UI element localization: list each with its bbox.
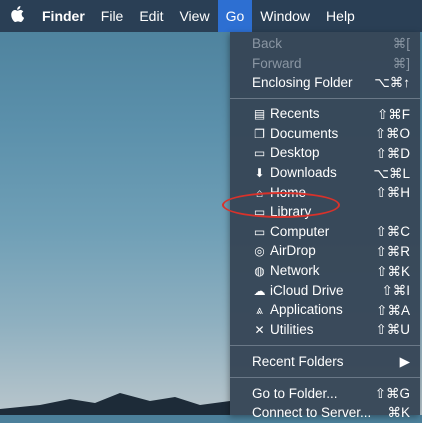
recents-icon: ▤	[253, 107, 266, 122]
menu-item-shortcut: ⇧⌘U	[375, 322, 410, 338]
menubar-go[interactable]: Go	[217, 0, 253, 32]
menu-item-shortcut: ⌥⌘L	[373, 165, 410, 181]
menu-item-recent-folders[interactable]: Recent Folders ▶	[230, 352, 420, 372]
menu-item-shortcut: ⌘[	[392, 36, 410, 51]
menubar-edit[interactable]: Edit	[131, 0, 171, 32]
menu-item-label: Utilities	[270, 321, 314, 337]
menu-item-connect-to-server[interactable]: Connect to Server... ⌘K	[230, 403, 420, 423]
menu-item-utilities[interactable]: ✕ Utilities ⇧⌘U	[230, 320, 420, 340]
menu-separator	[230, 344, 420, 346]
menu-item-label: Back	[252, 36, 283, 51]
menu-item-shortcut: ⌘K	[387, 405, 410, 421]
menu-item-computer[interactable]: ▭ Computer ⇧⌘C	[230, 222, 420, 242]
utilities-icon: ✕	[254, 322, 265, 337]
documents-icon: ❐	[254, 126, 265, 141]
icloud-icon: ☁	[253, 283, 266, 298]
menu-item-label: Desktop	[270, 145, 320, 161]
menu-item-label: Computer	[270, 223, 330, 239]
menu-item-recents[interactable]: ▤ Recents ⇧⌘F	[230, 105, 420, 125]
menu-item-shortcut: ⇧⌘D	[375, 145, 410, 161]
airdrop-icon: ◎	[254, 244, 265, 259]
menu-item-shortcut: ⌘]	[392, 55, 410, 71]
menu-item-airdrop[interactable]: ◎ AirDrop ⇧⌘R	[230, 242, 420, 262]
menu-item-label: Documents	[270, 125, 339, 141]
menu-item-shortcut: ⇧⌘C	[375, 224, 410, 240]
menu-item-label: Enclosing Folder	[252, 75, 353, 91]
menu-item-shortcut: ⇧⌘I	[381, 283, 410, 299]
menu-item-label: iCloud Drive	[270, 282, 344, 298]
downloads-icon: ⬇	[254, 166, 265, 181]
menu-item-shortcut: ⇧⌘G	[374, 385, 410, 401]
menu-item-applications[interactable]: ⩓ Applications ⇧⌘A	[230, 301, 420, 321]
menu-item-label: Downloads	[270, 165, 337, 181]
menu-item-shortcut: ⇧⌘K	[376, 263, 410, 279]
menubar-finder[interactable]: Finder	[34, 0, 93, 32]
menu-item-shortcut: ⇧⌘H	[375, 185, 410, 201]
menu-item-label: Recents	[270, 106, 320, 122]
menu-bar: Finder File Edit View Go Window Help	[0, 0, 422, 32]
menu-item-documents[interactable]: ❐ Documents ⇧⌘O	[230, 124, 420, 144]
menu-item-shortcut: ⌥⌘↑	[374, 75, 410, 91]
menu-item-label: Go to Folder...	[252, 385, 338, 401]
menu-item-label: AirDrop	[270, 243, 316, 259]
desktop-icon: ▭	[253, 146, 266, 161]
apple-icon[interactable]	[0, 6, 34, 26]
network-icon: ◍	[254, 264, 265, 279]
menu-item-label: Forward	[252, 55, 302, 71]
menu-item-shortcut: ⇧⌘F	[376, 106, 410, 122]
menubar-file[interactable]: File	[93, 0, 132, 32]
menu-item-enclosing-folder[interactable]: Enclosing Folder ⌥⌘↑	[230, 73, 420, 93]
computer-icon: ▭	[253, 224, 266, 239]
applications-icon: ⩓	[256, 303, 263, 318]
menu-item-back[interactable]: Back ⌘[	[230, 34, 420, 54]
submenu-arrow-icon: ▶	[399, 353, 410, 369]
menu-item-label: Recent Folders	[252, 353, 344, 369]
menubar-view[interactable]: View	[171, 0, 217, 32]
menu-item-label: Network	[270, 263, 320, 279]
menu-item-shortcut: ⇧⌘R	[375, 243, 410, 259]
menu-item-desktop[interactable]: ▭ Desktop ⇧⌘D	[230, 144, 420, 164]
menu-item-go-to-folder[interactable]: Go to Folder... ⇧⌘G	[230, 384, 420, 404]
menu-item-forward[interactable]: Forward ⌘]	[230, 54, 420, 74]
menu-item-label: Connect to Server...	[252, 405, 372, 421]
menubar-window[interactable]: Window	[252, 0, 318, 32]
menu-separator	[230, 97, 420, 99]
menu-item-network[interactable]: ◍ Network ⇧⌘K	[230, 262, 420, 282]
menu-item-downloads[interactable]: ⬇ Downloads ⌥⌘L	[230, 164, 420, 184]
menu-item-label: Applications	[270, 302, 343, 318]
go-menu: Back ⌘[ Forward ⌘] Enclosing Folder ⌥⌘↑ …	[230, 32, 420, 420]
menu-separator	[230, 376, 420, 378]
menu-item-shortcut: ⇧⌘O	[374, 126, 410, 142]
menu-item-icloud-drive[interactable]: ☁ iCloud Drive ⇧⌘I	[230, 281, 420, 301]
menubar-help[interactable]: Help	[318, 0, 363, 32]
highlight-circle	[222, 192, 340, 218]
menu-item-shortcut: ⇧⌘A	[376, 302, 410, 318]
